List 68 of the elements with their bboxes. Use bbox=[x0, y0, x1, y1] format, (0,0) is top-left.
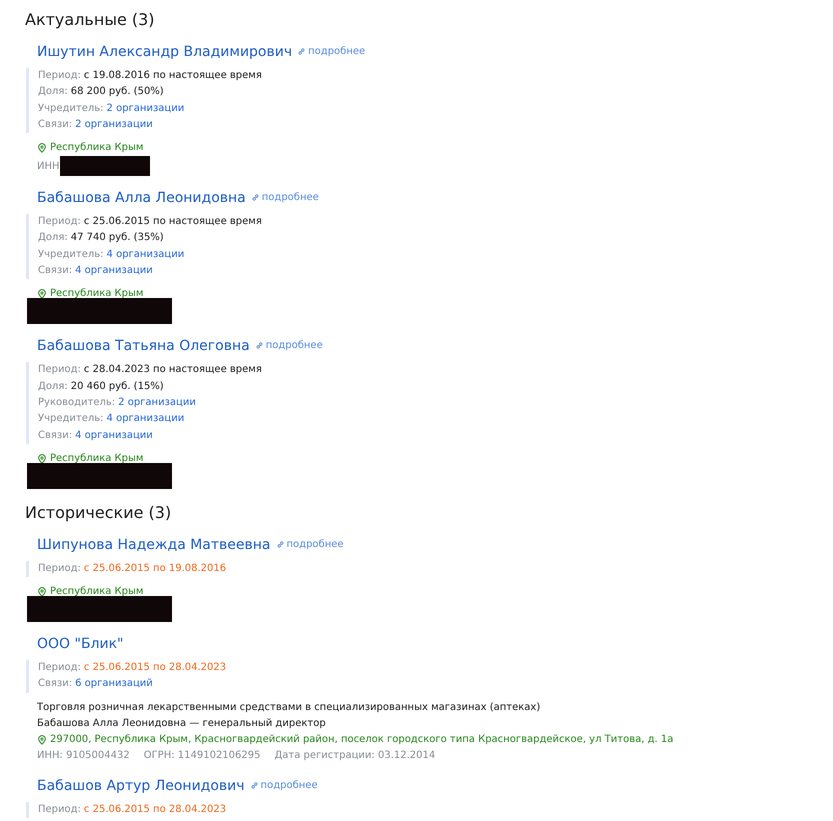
entity-name-link[interactable]: Шипунова Надежда Матвеевна bbox=[37, 534, 271, 555]
link-icon bbox=[250, 780, 259, 790]
location-pin-icon bbox=[37, 143, 47, 154]
detail-label: Доля: bbox=[38, 380, 68, 392]
entity-name-link[interactable]: Бабашова Алла Леонидовна bbox=[37, 188, 246, 208]
location-pin-icon bbox=[37, 454, 47, 464]
detail-label: Период: bbox=[38, 70, 81, 81]
detail-value: с 28.04.2023 по настоящее время bbox=[84, 364, 262, 376]
details-link[interactable]: подробнее bbox=[250, 780, 318, 791]
detail-link[interactable]: 2 организации bbox=[106, 102, 184, 114]
location-text: Республика Крым bbox=[50, 287, 144, 302]
location-text: Республика Крым bbox=[50, 141, 144, 156]
location-pin-icon bbox=[37, 289, 47, 300]
link-icon bbox=[254, 341, 264, 350]
period-value: с 25.06.2015 по 28.04.2023 bbox=[84, 662, 226, 674]
section-heading: Актуальные (3) bbox=[25, 9, 156, 31]
detail-label: Период: bbox=[38, 364, 81, 376]
detail-label: Период: bbox=[38, 804, 81, 815]
location-text: Республика Крым bbox=[50, 452, 144, 466]
detail-link[interactable]: 4 организации bbox=[106, 413, 184, 424]
detail-label: Доля: bbox=[38, 86, 68, 98]
inn-label: ИНН bbox=[37, 160, 60, 172]
detail-label: Период: bbox=[38, 216, 81, 228]
detail-label: Учредитель: bbox=[38, 102, 104, 114]
details-link[interactable]: подробнее bbox=[250, 192, 319, 204]
detail-link[interactable]: 2 организации bbox=[118, 396, 196, 408]
location-text: 297000, Республика Крым, Красногвардейский район, поселок городского типа Красногвардейское, ул Титова, д. 1а bbox=[50, 732, 674, 747]
detail-label: Связи: bbox=[38, 430, 72, 441]
details-link[interactable]: подробнее bbox=[276, 538, 344, 550]
detail-value: с 25.06.2015 по настоящее время bbox=[84, 216, 262, 228]
activity-text: Торговля розничная лекарственными средствами в специализированных магазинах (аптеках) bbox=[37, 700, 542, 715]
link-icon bbox=[297, 47, 306, 56]
detail-label: Учредитель: bbox=[38, 413, 104, 424]
detail-label: Связи: bbox=[38, 118, 72, 130]
detail-link[interactable]: 4 организации bbox=[106, 248, 184, 260]
detail-label: Учредитель: bbox=[38, 248, 104, 260]
director-text: Бабашова Алла Леонидовна — генеральный директор bbox=[37, 716, 327, 731]
entity-name-link[interactable]: Бабашова Татьяна Олеговна bbox=[37, 336, 250, 356]
detail-label: Связи: bbox=[38, 265, 72, 276]
entity-name-link[interactable]: Бабашов Артур Леонидович bbox=[37, 776, 245, 796]
detail-link[interactable]: 4 организации bbox=[75, 430, 153, 441]
period-value: с 25.06.2015 по 28.04.2023 bbox=[84, 804, 226, 815]
detail-label: Связи: bbox=[38, 678, 72, 690]
entity-name-link[interactable]: ООО "Блик" bbox=[37, 634, 124, 654]
detail-label: Период: bbox=[38, 562, 81, 574]
detail-label: Руководитель: bbox=[38, 396, 116, 408]
details-link[interactable]: подробнее bbox=[297, 46, 366, 57]
section-heading: Исторические (3) bbox=[25, 502, 172, 524]
location-text: Республика Крым bbox=[50, 585, 144, 600]
detail-value: с 19.08.2016 по настоящее время bbox=[84, 70, 262, 81]
registry-info: ОГРН: 1149102106295 bbox=[144, 748, 260, 763]
detail-value: 20 460 руб. (15%) bbox=[70, 380, 164, 392]
detail-value: 68 200 руб. (50%) bbox=[70, 86, 164, 98]
detail-link[interactable]: 2 организации bbox=[75, 118, 153, 130]
registry-info: Дата регистрации: 03.12.2014 bbox=[274, 748, 436, 763]
registry-info: ИНН: 9105004432 bbox=[37, 748, 130, 763]
detail-link[interactable]: 6 организаций bbox=[75, 678, 153, 690]
link-icon bbox=[250, 193, 260, 202]
detail-label: Период: bbox=[38, 662, 81, 674]
location-pin-icon bbox=[37, 587, 47, 598]
details-link[interactable]: подробнее bbox=[254, 340, 323, 352]
detail-value: 47 740 руб. (35%) bbox=[70, 232, 164, 244]
period-value: с 25.06.2015 по 19.08.2016 bbox=[84, 562, 226, 574]
link-icon bbox=[276, 540, 285, 549]
entity-name-link[interactable]: Ишутин Александр Владимирович bbox=[37, 42, 292, 62]
detail-link[interactable]: 4 организации bbox=[75, 265, 153, 276]
location-pin-icon bbox=[37, 734, 47, 745]
detail-label: Доля: bbox=[38, 232, 68, 244]
